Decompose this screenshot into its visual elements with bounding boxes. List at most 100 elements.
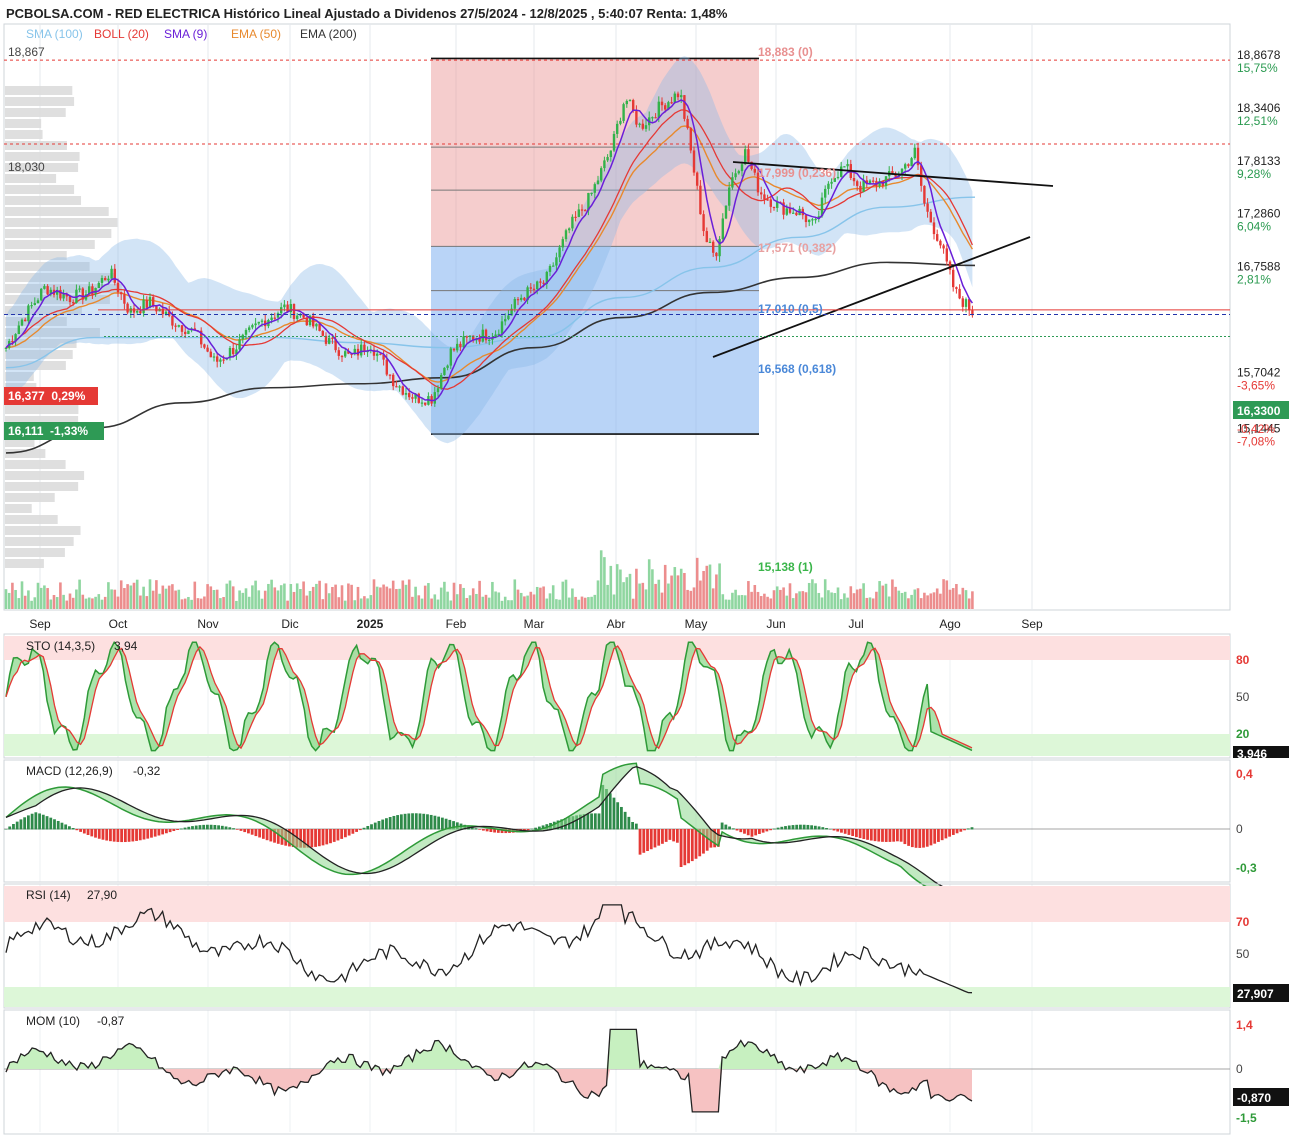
- candle-body: [180, 325, 184, 332]
- macd-hist-bar: [482, 829, 485, 831]
- macd-hist-bar: [795, 824, 799, 830]
- candle-body: [523, 297, 526, 301]
- macd-hist-bar: [105, 829, 109, 841]
- volume-bar: [427, 583, 430, 609]
- candle-body: [788, 208, 792, 213]
- volume-bar: [267, 583, 270, 609]
- volume-bar: [631, 598, 635, 609]
- fib-label-236: 17,999 (0,236): [758, 166, 836, 180]
- macd-hist-bar: [642, 829, 646, 853]
- macd-hist-bar: [206, 824, 209, 830]
- candle-body: [692, 150, 696, 173]
- volume-bar: [20, 581, 24, 609]
- macd-hist-bar: [411, 813, 414, 830]
- macd-hist-bar: [802, 824, 806, 830]
- macd-hist-bar: [388, 817, 392, 830]
- volume-bar: [449, 600, 453, 609]
- volume-bar: [318, 580, 321, 609]
- volume-bar: [468, 595, 472, 609]
- volume-bar: [641, 582, 645, 609]
- volume-bar: [359, 598, 363, 609]
- volume-bar: [94, 596, 97, 609]
- legend-sma100: SMA (100): [26, 27, 83, 41]
- volume-bar: [721, 594, 725, 609]
- candle-body: [824, 188, 827, 198]
- macd-hist-bar: [940, 829, 944, 841]
- price-panel: 18,883 (0) 17,999 (0,236) 17,571 (0,382)…: [3, 23, 1231, 1132]
- volume-bar: [155, 580, 158, 609]
- macd-hist-bar: [739, 829, 743, 833]
- candle-body: [216, 356, 219, 362]
- candle-body: [449, 348, 452, 366]
- volume-bar: [686, 589, 689, 609]
- macd-hist-bar: [735, 829, 739, 831]
- volume-bar: [657, 579, 661, 609]
- volume-bar: [654, 583, 657, 609]
- candle-body: [699, 185, 702, 215]
- volume-bar: [183, 598, 187, 609]
- candle-body: [81, 288, 84, 300]
- price-tick-pct: 15,75%: [1237, 61, 1278, 75]
- macd-hist-bar: [131, 829, 135, 842]
- volume-bar: [859, 588, 862, 609]
- candle-body: [283, 304, 286, 308]
- macd-hist-bar: [772, 828, 776, 830]
- month-label: Nov: [197, 617, 218, 631]
- volume-bar: [407, 579, 411, 609]
- candle-body: [500, 321, 504, 334]
- volume-bar: [443, 581, 446, 609]
- volume-bar: [651, 569, 654, 609]
- candle-body: [721, 218, 724, 240]
- volume-bar: [945, 580, 949, 609]
- macd-hist-bar: [64, 824, 68, 830]
- macd-hist-bar: [948, 829, 952, 837]
- volume-bar: [478, 580, 481, 609]
- volume-bar: [967, 598, 971, 609]
- volume-bar: [491, 581, 494, 609]
- volume-bar: [321, 599, 325, 609]
- volume-bar: [116, 596, 120, 609]
- volume-bar: [59, 582, 62, 609]
- candle-body: [443, 367, 446, 376]
- candle-body: [184, 331, 187, 335]
- volume-profile-bar: [5, 526, 81, 535]
- volume-bar: [126, 584, 129, 609]
- candle-body: [619, 120, 622, 124]
- macd-hist-bar: [344, 829, 347, 838]
- volume-bar: [324, 583, 328, 609]
- macd-hist-bar: [332, 829, 336, 842]
- candle-body: [651, 117, 654, 119]
- volume-bar: [411, 596, 414, 609]
- price-tick-label: 17,2860: [1237, 207, 1281, 221]
- candle-body: [100, 278, 104, 283]
- volume-bar: [196, 598, 200, 609]
- volume-bar: [875, 591, 878, 609]
- month-label: Oct: [109, 617, 128, 631]
- volume-bar: [711, 588, 715, 609]
- candle-body: [836, 176, 840, 179]
- candle-body: [254, 323, 257, 326]
- volume-bar: [270, 579, 273, 609]
- macd-hist-bar: [437, 816, 441, 830]
- macd-hist-bar: [8, 826, 12, 830]
- volume-bar: [503, 596, 507, 609]
- volume-bar: [417, 595, 421, 609]
- candle-body: [942, 245, 945, 249]
- volume-bar: [180, 599, 184, 609]
- candle-body: [241, 334, 244, 340]
- price-tick-pct: 9,28%: [1237, 167, 1271, 181]
- macd-hist-bar: [228, 827, 232, 830]
- volume-bar: [433, 594, 437, 609]
- volume-bar: [891, 579, 894, 609]
- volume-bar: [100, 599, 104, 609]
- volume-bar: [81, 594, 85, 609]
- macd-hist-bar: [377, 821, 381, 830]
- volume-bar: [75, 589, 78, 609]
- volume-bar: [663, 564, 667, 609]
- volume-bar: [529, 591, 533, 609]
- candle-body: [72, 302, 75, 304]
- macd-hist-bar: [799, 824, 802, 830]
- candle-body: [516, 299, 520, 301]
- macd-hist-bar: [232, 828, 235, 830]
- candle-body: [702, 214, 705, 232]
